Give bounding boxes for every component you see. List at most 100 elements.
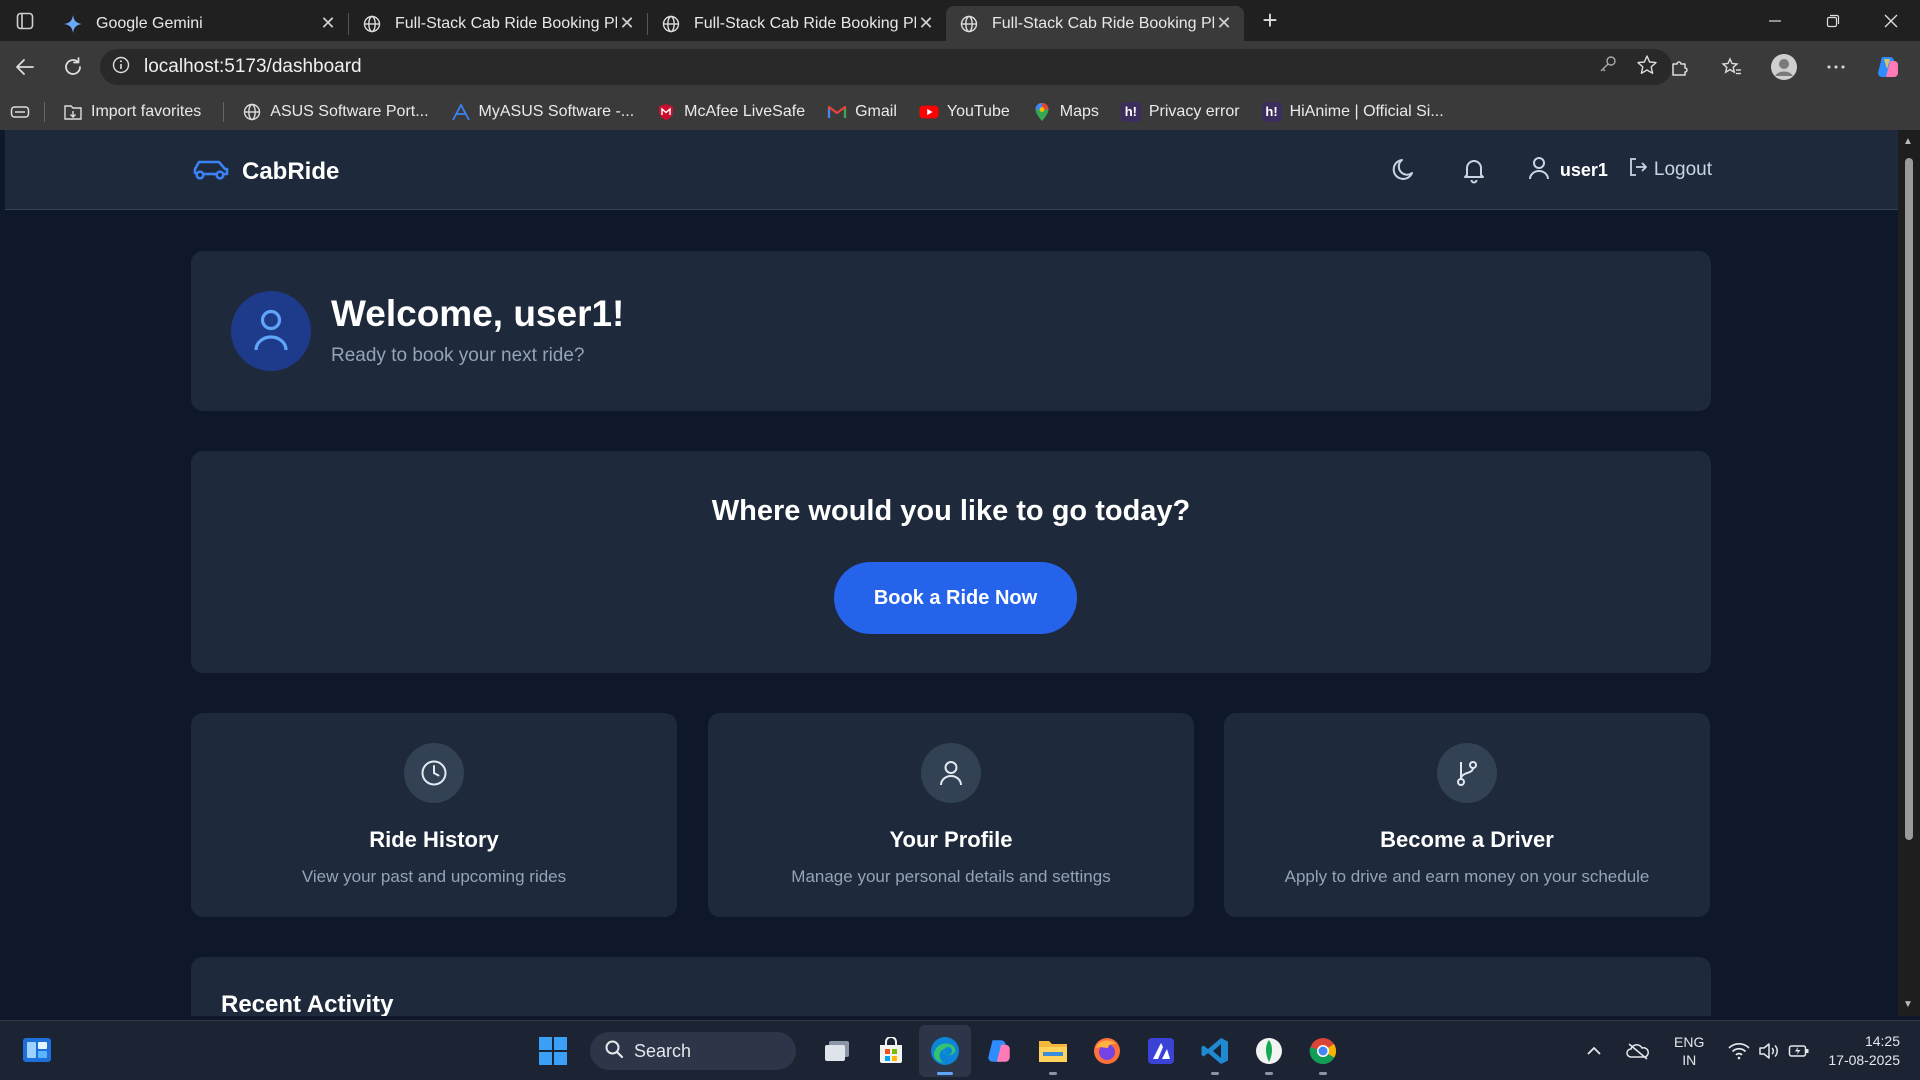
- edge-browser-icon[interactable]: [919, 1025, 971, 1077]
- task-view-icon[interactable]: [811, 1025, 863, 1077]
- copilot-app-icon[interactable]: [973, 1025, 1025, 1077]
- windows-taskbar: Search ENG IN 14:25 17-08-2025: [0, 1020, 1920, 1080]
- import-icon: [63, 102, 83, 122]
- bookmark-gmail[interactable]: Gmail: [827, 102, 897, 122]
- ride-history-card[interactable]: Ride History View your past and upcoming…: [191, 713, 677, 917]
- bookmark-mcafee[interactable]: McAfee LiveSafe: [656, 102, 805, 122]
- tab-title: Full-Stack Cab Ride Booking Platfo: [694, 14, 916, 32]
- refresh-icon[interactable]: [50, 47, 96, 87]
- battery-icon[interactable]: [1788, 1042, 1810, 1060]
- globe-icon: [361, 13, 383, 35]
- scrollbar-thumb[interactable]: [1905, 158, 1913, 840]
- git-branch-icon: [1437, 743, 1497, 803]
- input-language[interactable]: ENG IN: [1674, 1033, 1704, 1069]
- tab-close-icon[interactable]: ✕: [617, 13, 637, 34]
- scroll-up-icon[interactable]: ▲: [1903, 136, 1913, 147]
- bookmark-divider: [44, 101, 45, 122]
- bookmark-collections-icon[interactable]: [10, 104, 30, 120]
- myasus-icon: [451, 102, 471, 122]
- logout-button[interactable]: Logout: [1628, 157, 1712, 183]
- favorite-star-icon[interactable]: [1636, 54, 1658, 81]
- scroll-down-icon[interactable]: ▼: [1903, 999, 1913, 1010]
- bookmark-label: McAfee LiveSafe: [684, 102, 806, 120]
- bookmark-youtube[interactable]: YouTube: [919, 102, 1010, 122]
- book-ride-button[interactable]: Book a Ride Now: [834, 562, 1077, 634]
- gmail-icon: [827, 102, 847, 122]
- tab-title: Google Gemini: [96, 14, 203, 32]
- search-label: Search: [634, 1040, 692, 1061]
- volume-icon[interactable]: [1758, 1042, 1780, 1060]
- user-menu[interactable]: user1: [1528, 156, 1608, 185]
- browser-tab[interactable]: Full-Stack Cab Ride Booking Platfo ✕: [648, 6, 946, 41]
- become-driver-card[interactable]: Become a Driver Apply to drive and earn …: [1224, 713, 1710, 917]
- back-icon[interactable]: [2, 47, 48, 87]
- globe-icon: [242, 102, 262, 122]
- site-info-icon[interactable]: [112, 56, 130, 79]
- browser-tab[interactable]: Full-Stack Cab Ride Booking Platfo ✕: [349, 6, 647, 41]
- copilot-icon[interactable]: [1866, 47, 1910, 87]
- logout-icon: [1628, 157, 1648, 183]
- chevron-up-icon[interactable]: [1586, 1045, 1602, 1057]
- gemini-icon: [62, 13, 84, 35]
- bookmark-label: Import favorites: [91, 102, 202, 120]
- brand-name: CabRide: [242, 157, 340, 185]
- minimize-icon[interactable]: [1746, 0, 1804, 41]
- system-clock[interactable]: 14:25 17-08-2025: [1828, 1032, 1900, 1070]
- youtube-icon: [919, 102, 939, 122]
- feature-desc: Manage your personal details and setting…: [791, 867, 1111, 886]
- bookmark-privacy-error[interactable]: h! Privacy error: [1120, 101, 1240, 122]
- bookmark-asus-software[interactable]: ASUS Software Port...: [242, 102, 429, 122]
- more-menu-icon[interactable]: [1814, 47, 1858, 87]
- tab-close-icon[interactable]: ✕: [916, 13, 936, 34]
- page-scrollbar[interactable]: ▲ ▼: [1898, 130, 1920, 1016]
- bookmark-maps[interactable]: Maps: [1032, 102, 1099, 122]
- address-bar-row: localhost:5173/dashboard: [0, 41, 1920, 93]
- bookmark-myasus[interactable]: MyASUS Software -...: [451, 102, 634, 122]
- wifi-icon[interactable]: [1728, 1042, 1750, 1060]
- profile-avatar-icon[interactable]: [1762, 47, 1806, 87]
- key-icon[interactable]: [1598, 54, 1618, 81]
- mongodb-compass-icon[interactable]: [1243, 1025, 1295, 1077]
- close-window-icon[interactable]: [1862, 0, 1920, 41]
- tab-actions-icon[interactable]: [0, 0, 50, 41]
- myasus-app-icon[interactable]: [1135, 1025, 1187, 1077]
- tab-close-icon[interactable]: ✕: [1214, 13, 1234, 34]
- url-text[interactable]: localhost:5173/dashboard: [144, 56, 362, 78]
- maps-pin-icon: [1032, 102, 1052, 122]
- widgets-icon[interactable]: [22, 1037, 52, 1068]
- new-tab-icon[interactable]: +: [1250, 3, 1290, 38]
- car-icon: [192, 154, 230, 189]
- tab-close-icon[interactable]: ✕: [318, 13, 338, 34]
- running-indicator: [1319, 1072, 1327, 1075]
- url-field[interactable]: localhost:5173/dashboard: [100, 49, 1672, 85]
- mcafee-shield-icon: [656, 102, 676, 122]
- firefox-icon[interactable]: [1081, 1025, 1133, 1077]
- vscode-icon[interactable]: [1189, 1025, 1241, 1077]
- microsoft-store-icon[interactable]: [865, 1025, 917, 1077]
- file-explorer-icon[interactable]: [1027, 1025, 1079, 1077]
- welcome-title: Welcome, user1!: [331, 293, 625, 334]
- active-indicator: [937, 1072, 953, 1075]
- favorites-icon[interactable]: [1710, 47, 1754, 87]
- browser-tab-bar: Google Gemini ✕ Full-Stack Cab Ride Book…: [0, 0, 1920, 41]
- onedrive-offline-icon[interactable]: [1626, 1042, 1650, 1060]
- page-viewport: CabRide user1 Logout Welcome, user1! Rea…: [5, 130, 1898, 1016]
- logout-label: Logout: [1653, 159, 1712, 180]
- restore-icon[interactable]: [1804, 0, 1862, 41]
- windows-start-icon[interactable]: [527, 1025, 579, 1077]
- chrome-icon[interactable]: [1297, 1025, 1349, 1077]
- your-profile-card[interactable]: Your Profile Manage your personal detail…: [708, 713, 1194, 917]
- window-controls: [1746, 0, 1920, 41]
- brand-logo[interactable]: CabRide: [192, 154, 339, 189]
- bookmark-label: HiAnime | Official Si...: [1289, 102, 1444, 120]
- browser-tab[interactable]: Google Gemini ✕: [50, 6, 348, 41]
- bell-icon[interactable]: [1460, 156, 1488, 184]
- bookmark-import-favorites[interactable]: Import favorites: [63, 102, 201, 122]
- username: user1: [1559, 159, 1608, 180]
- extensions-icon[interactable]: [1658, 47, 1702, 87]
- running-indicator: [1211, 1072, 1219, 1075]
- taskbar-search[interactable]: Search: [590, 1032, 796, 1070]
- moon-icon[interactable]: [1390, 156, 1418, 184]
- browser-tab-active[interactable]: Full-Stack Cab Ride Booking Platfo ✕: [946, 6, 1244, 41]
- bookmark-hianime[interactable]: h! HiAnime | Official Si...: [1261, 101, 1444, 122]
